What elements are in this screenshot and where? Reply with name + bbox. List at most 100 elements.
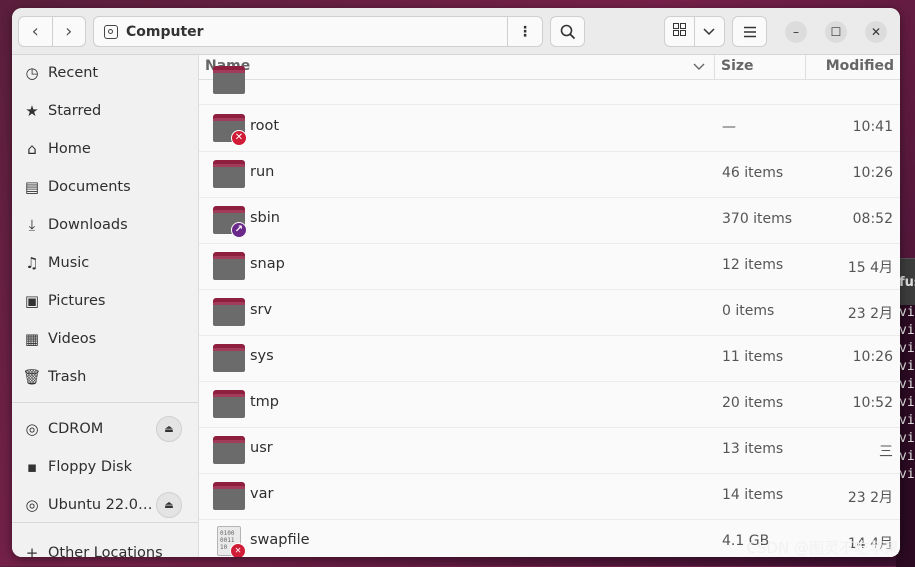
folder-icon: ✕ bbox=[213, 114, 247, 146]
sidebar-item-other-locations[interactable]: + Other Locations bbox=[12, 535, 198, 557]
more-options-icon[interactable]: ⋮ bbox=[507, 17, 542, 46]
sidebar-item-music[interactable]: ♫ Music bbox=[12, 245, 198, 281]
file-size: 14 items bbox=[722, 487, 784, 503]
sidebar-item-label: Videos bbox=[48, 331, 97, 347]
plus-icon: + bbox=[25, 544, 39, 557]
chevron-left-icon[interactable]: ‹ bbox=[19, 21, 52, 42]
header-bar: ‹ › Computer ⋮ – ☐ ✕ bbox=[12, 8, 900, 55]
sidebar-item-downloads[interactable]: ⤓ Downloads bbox=[12, 207, 198, 243]
drive-icon bbox=[104, 24, 118, 39]
sidebar-item-trash[interactable]: 🗑 Trash bbox=[12, 359, 198, 395]
file-size: 13 items bbox=[722, 441, 784, 457]
file-modified: 10:52 bbox=[852, 395, 893, 411]
folder-icon: ↗ bbox=[213, 206, 247, 238]
folder-icon bbox=[213, 390, 245, 418]
table-row[interactable]: ✕ root — 10:41 bbox=[199, 105, 900, 152]
watermark-text: CSDN @图灵不吃苹果 bbox=[746, 539, 899, 557]
document-icon: ▤ bbox=[24, 178, 40, 196]
table-row[interactable]: ↗ sbin 370 items 08:52 bbox=[199, 197, 900, 244]
folder-icon bbox=[213, 252, 245, 280]
file-manager-window: ‹ › Computer ⋮ – ☐ ✕ ◷ Recent ★ Starred … bbox=[12, 8, 900, 557]
file-name: run bbox=[250, 164, 275, 180]
floppy-icon: ▪ bbox=[26, 458, 38, 476]
sidebar-item-label: Pictures bbox=[48, 293, 106, 309]
sidebar-item-label: Starred bbox=[48, 103, 102, 119]
file-name: usr bbox=[250, 440, 273, 456]
sidebar-item-pictures[interactable]: ▣ Pictures bbox=[12, 283, 198, 319]
file-size: — bbox=[722, 119, 736, 135]
eject-icon[interactable]: ⏏ bbox=[156, 492, 182, 518]
column-header: Name Size Modified bbox=[199, 55, 900, 80]
grid-view-icon[interactable] bbox=[665, 23, 694, 40]
location-title: Computer bbox=[126, 23, 204, 40]
table-row[interactable]: tmp 20 items 10:52 bbox=[199, 381, 900, 428]
chevron-down-icon[interactable] bbox=[695, 24, 724, 40]
path-bar[interactable]: Computer ⋮ bbox=[93, 16, 543, 47]
sidebar-item-label: Home bbox=[48, 141, 91, 157]
file-size: 370 items bbox=[722, 211, 793, 227]
hamburger-menu-icon bbox=[743, 26, 756, 37]
symlink-emblem-icon: ↗ bbox=[231, 222, 247, 238]
file-modified: 10:41 bbox=[852, 119, 893, 135]
video-icon: ▦ bbox=[24, 330, 40, 348]
sidebar-item-device-2[interactable]: ◎ Ubuntu 22.0… ⏏ bbox=[12, 487, 198, 523]
file-modified: 23 2月 bbox=[847, 306, 893, 322]
music-icon: ♫ bbox=[25, 254, 39, 272]
file-name: snap bbox=[250, 256, 285, 272]
sidebar-item-label: Downloads bbox=[48, 217, 128, 233]
search-button[interactable] bbox=[550, 16, 585, 47]
table-row[interactable]: srv 0 items 23 2月 bbox=[199, 289, 900, 336]
sidebar-item-label: Recent bbox=[48, 65, 99, 81]
file-size: 11 items bbox=[722, 349, 784, 365]
column-modified[interactable]: Modified bbox=[826, 58, 894, 74]
folder-icon bbox=[213, 344, 245, 372]
file-name: sbin bbox=[250, 210, 280, 226]
table-row[interactable]: sys 11 items 10:26 bbox=[199, 335, 900, 382]
sidebar-divider bbox=[12, 522, 198, 523]
sidebar-item-videos[interactable]: ▦ Videos bbox=[12, 321, 198, 357]
folder-icon bbox=[213, 160, 245, 188]
sidebar-item-device-1[interactable]: ▪ Floppy Disk bbox=[12, 449, 198, 485]
eject-icon[interactable]: ⏏ bbox=[156, 416, 182, 442]
search-icon bbox=[560, 24, 575, 39]
chevron-right-icon[interactable]: › bbox=[52, 21, 85, 42]
sidebar-item-label: Trash bbox=[48, 369, 87, 385]
table-row[interactable]: snap 12 items 15 4月 bbox=[199, 243, 900, 290]
star-icon: ★ bbox=[25, 102, 39, 120]
table-row[interactable]: var 14 items 23 2月 bbox=[199, 473, 900, 520]
folder-icon bbox=[213, 482, 245, 510]
file-size: 0 items bbox=[722, 303, 775, 319]
picture-icon: ▣ bbox=[24, 292, 40, 310]
view-toggle-group bbox=[664, 16, 725, 47]
sidebar-item-recent[interactable]: ◷ Recent bbox=[12, 55, 198, 91]
disc-icon: ◎ bbox=[25, 420, 39, 438]
sidebar-item-device-0[interactable]: ◎ CDROM ⏏ bbox=[12, 411, 198, 447]
file-size: 20 items bbox=[722, 395, 784, 411]
file-list: Name Size Modified ✕root—10:41run46 item… bbox=[199, 55, 900, 557]
column-size[interactable]: Size bbox=[721, 58, 754, 74]
maximize-button[interactable]: ☐ bbox=[825, 21, 847, 43]
close-button[interactable]: ✕ bbox=[865, 21, 887, 43]
unreadable-emblem-icon: ✕ bbox=[230, 543, 246, 557]
minimize-button[interactable]: – bbox=[785, 21, 807, 43]
table-row[interactable] bbox=[199, 66, 900, 105]
folder-icon bbox=[213, 298, 245, 326]
sidebar-item-starred[interactable]: ★ Starred bbox=[12, 93, 198, 129]
sidebar: ◷ Recent ★ Starred ⌂ Home ▤ Documents ⤓ Downloads… bbox=[12, 55, 199, 557]
file-name: tmp bbox=[250, 394, 280, 410]
folder-icon bbox=[213, 66, 245, 94]
clock-icon: ◷ bbox=[25, 64, 39, 82]
sidebar-item-documents[interactable]: ▤ Documents bbox=[12, 169, 198, 205]
nav-button-group: ‹ › bbox=[18, 16, 86, 47]
file-modified: 三 bbox=[879, 444, 893, 460]
main-menu-button[interactable] bbox=[732, 16, 767, 47]
sidebar-item-label: CDROM bbox=[48, 421, 104, 437]
table-row[interactable]: usr 13 items 三 bbox=[199, 427, 900, 474]
disc-icon: ◎ bbox=[25, 496, 39, 514]
sidebar-divider bbox=[12, 402, 198, 403]
sidebar-item-home[interactable]: ⌂ Home bbox=[12, 131, 198, 167]
table-row[interactable]: run 46 items 10:26 bbox=[199, 151, 900, 198]
sort-chevron-icon[interactable] bbox=[693, 63, 705, 71]
download-icon: ⤓ bbox=[28, 216, 36, 234]
folder-icon bbox=[213, 436, 245, 464]
